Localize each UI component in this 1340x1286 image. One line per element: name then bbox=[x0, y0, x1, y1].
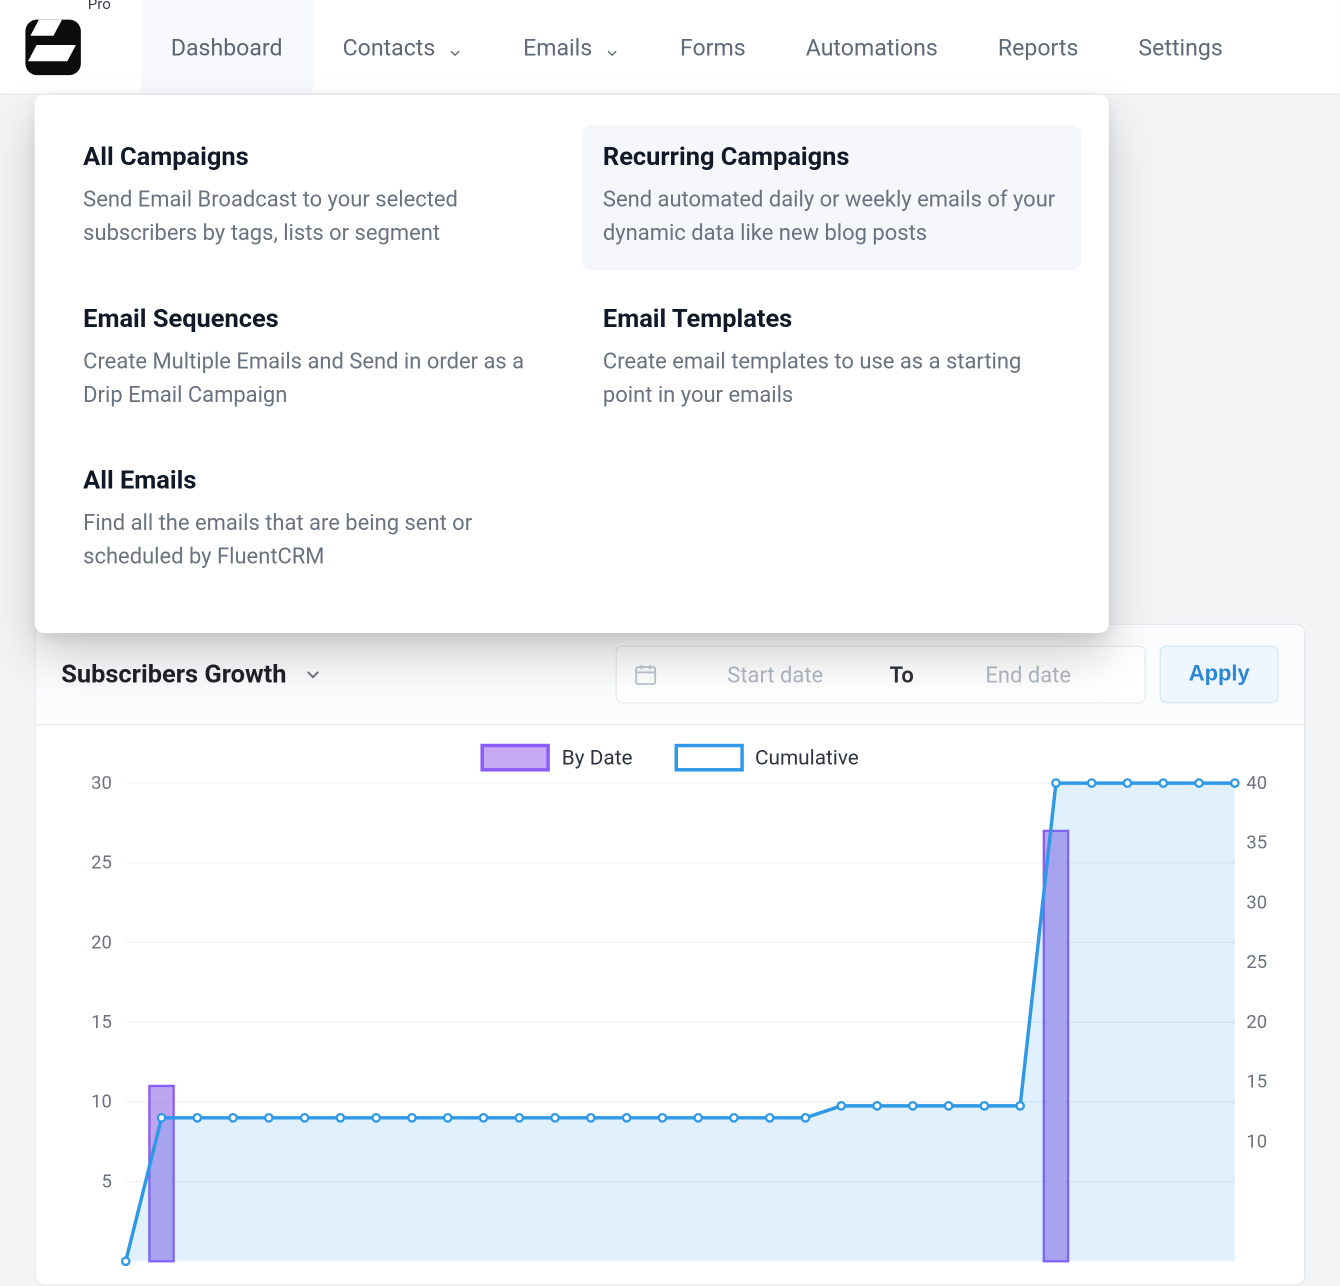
svg-text:30: 30 bbox=[1246, 891, 1267, 913]
dropdown-item[interactable]: Email Sequences Create Multiple Emails an… bbox=[62, 286, 561, 432]
legend-label: Cumulative bbox=[755, 746, 859, 770]
svg-text:10: 10 bbox=[1246, 1130, 1267, 1152]
top-nav: Pro Dashboard Contacts Emails Forms Automati… bbox=[0, 0, 1340, 95]
card-header: Subscribers Growth To Apply bbox=[36, 625, 1304, 725]
dropdown-item[interactable]: Recurring Campaigns Send automated daily … bbox=[582, 125, 1081, 271]
svg-text:15: 15 bbox=[1246, 1071, 1267, 1093]
dropdown-item-title: Email Templates bbox=[603, 305, 1060, 334]
nav-settings[interactable]: Settings bbox=[1108, 0, 1252, 94]
nav-label: Forms bbox=[680, 33, 746, 61]
nav-label: Reports bbox=[998, 33, 1079, 61]
start-date-input[interactable] bbox=[666, 660, 885, 689]
svg-text:40: 40 bbox=[1246, 776, 1267, 794]
card-title: Subscribers Growth bbox=[61, 660, 286, 689]
nav-reports[interactable]: Reports bbox=[968, 0, 1109, 94]
svg-text:5: 5 bbox=[102, 1170, 112, 1192]
dropdown-item[interactable]: All Emails Find all the emails that are b… bbox=[62, 448, 561, 594]
nav-emails[interactable]: Emails bbox=[493, 0, 650, 94]
chevron-down-icon bbox=[303, 664, 324, 685]
nav-label: Automations bbox=[806, 33, 938, 61]
svg-text:20: 20 bbox=[1246, 1011, 1267, 1033]
nav-dashboard[interactable]: Dashboard bbox=[141, 0, 313, 94]
brand: Pro bbox=[25, 19, 110, 74]
end-date-input[interactable] bbox=[918, 660, 1137, 689]
chart-area: 5 10 15 20 25 30 10 15 20 25 30 35 40 bbox=[36, 776, 1304, 1284]
legend-by-date[interactable]: By Date bbox=[481, 744, 633, 772]
nav-label: Settings bbox=[1138, 33, 1222, 61]
dropdown-item-title: All Emails bbox=[83, 467, 540, 496]
nav-label: Contacts bbox=[343, 33, 436, 61]
svg-text:25: 25 bbox=[91, 852, 112, 874]
dropdown-item-title: Email Sequences bbox=[83, 305, 540, 334]
legend-swatch-line bbox=[674, 744, 743, 772]
calendar-icon bbox=[633, 662, 658, 687]
logo-icon bbox=[25, 19, 80, 74]
nav-automations[interactable]: Automations bbox=[776, 0, 968, 94]
svg-text:15: 15 bbox=[91, 1011, 112, 1033]
date-to-label: To bbox=[885, 661, 918, 688]
svg-text:25: 25 bbox=[1246, 951, 1267, 973]
svg-text:10: 10 bbox=[91, 1091, 112, 1113]
date-range-row: To Apply bbox=[616, 646, 1279, 704]
dropdown-item-desc: Send automated daily or weekly emails of… bbox=[603, 184, 1060, 250]
dropdown-item-desc: Create Multiple Emails and Send in order… bbox=[83, 345, 540, 411]
nav-forms[interactable]: Forms bbox=[650, 0, 776, 94]
chevron-down-icon bbox=[604, 39, 620, 55]
card-title-select[interactable]: Subscribers Growth bbox=[61, 660, 323, 689]
subscribers-chart: 5 10 15 20 25 30 10 15 20 25 30 35 40 bbox=[36, 776, 1304, 1284]
nav-label: Emails bbox=[523, 33, 592, 61]
nav-contacts[interactable]: Contacts bbox=[313, 0, 493, 94]
dropdown-item[interactable]: All Campaigns Send Email Broadcast to you… bbox=[62, 125, 561, 271]
dropdown-item-title: All Campaigns bbox=[83, 143, 540, 172]
chevron-down-icon bbox=[447, 39, 463, 55]
subscribers-growth-card: Subscribers Growth To Apply bbox=[35, 624, 1306, 1286]
plan-badge: Pro bbox=[88, 0, 111, 13]
dropdown-item-desc: Send Email Broadcast to your selected su… bbox=[83, 184, 540, 250]
legend-swatch-bar bbox=[481, 744, 550, 772]
legend-cumulative[interactable]: Cumulative bbox=[674, 744, 859, 772]
nav-label: Dashboard bbox=[171, 33, 283, 61]
dropdown-item-desc: Create email templates to use as a start… bbox=[603, 345, 1060, 411]
svg-text:20: 20 bbox=[91, 931, 112, 953]
svg-text:30: 30 bbox=[91, 776, 112, 794]
legend-label: By Date bbox=[562, 746, 633, 770]
emails-dropdown: All Campaigns Send Email Broadcast to you… bbox=[35, 95, 1109, 633]
dropdown-item-desc: Find all the emails that are being sent … bbox=[83, 507, 540, 573]
chart-legend: By Date Cumulative bbox=[36, 725, 1304, 776]
date-range-picker[interactable]: To bbox=[616, 646, 1146, 704]
svg-text:35: 35 bbox=[1246, 832, 1267, 854]
dropdown-item-title: Recurring Campaigns bbox=[603, 143, 1060, 172]
apply-button[interactable]: Apply bbox=[1160, 646, 1279, 704]
dropdown-item[interactable]: Email Templates Create email templates to… bbox=[582, 286, 1081, 432]
